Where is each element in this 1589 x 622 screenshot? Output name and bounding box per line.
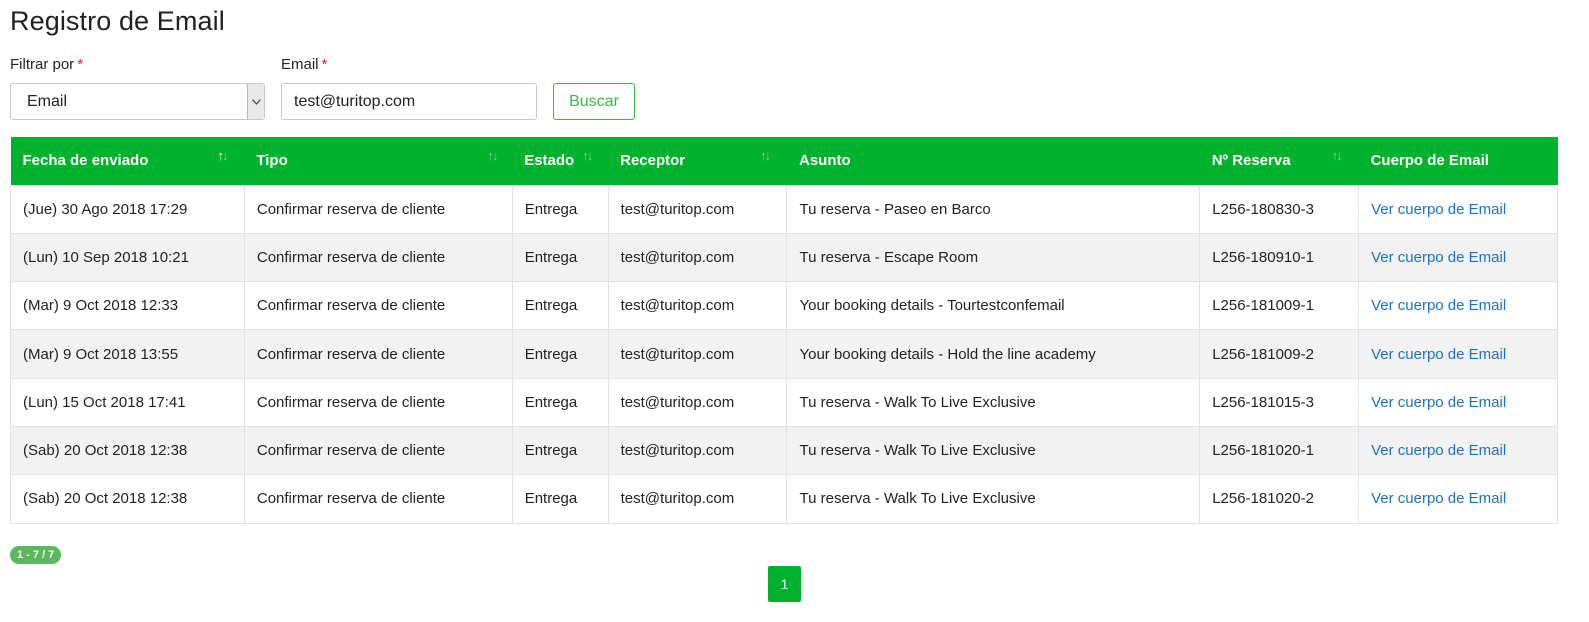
cell-receiver: test@turitop.com	[607, 474, 788, 524]
cell-receiver: test@turitop.com	[607, 232, 788, 283]
email-label: Email *	[281, 56, 327, 73]
table-row: (Sab) 20 Oct 2018 12:38 Confirmar reserv…	[10, 474, 1558, 524]
results-count-badge: 1 - 7 / 7	[10, 546, 62, 564]
cell-receiver: test@turitop.com	[607, 281, 788, 331]
cell-date: (Jue) 30 Ago 2018 17:29	[10, 184, 245, 234]
cell-date: (Lun) 15 Oct 2018 17:41	[10, 377, 245, 427]
view-email-body-link[interactable]: Ver cuerpo de Email	[1358, 281, 1558, 331]
cell-subject: Tu reserva - Walk To Live Exclusive	[786, 425, 1201, 476]
required-marker: *	[77, 56, 84, 73]
search-button[interactable]: Buscar	[553, 83, 635, 120]
cell-type: Confirmar reserva de cliente	[243, 329, 513, 379]
cell-subject: Tu reserva - Escape Room	[786, 232, 1201, 283]
cell-date: (Sab) 20 Oct 2018 12:38	[10, 425, 245, 476]
col-header-label: Nº Reserva	[1211, 152, 1291, 170]
col-header-type[interactable]: Tipo ↑↓	[244, 137, 513, 185]
email-input[interactable]	[281, 83, 537, 120]
cell-booking-number: L256-181009-1	[1199, 281, 1360, 331]
filter-by-label-text: Filtrar por	[10, 56, 75, 73]
cell-receiver: test@turitop.com	[607, 377, 788, 427]
cell-status: Entrega	[511, 377, 609, 427]
cell-type: Confirmar reserva de cliente	[243, 232, 513, 283]
col-header-subject: Asunto	[786, 137, 1200, 185]
cell-type: Confirmar reserva de cliente	[243, 425, 513, 476]
table-header-row: Fecha de enviado ↑↓ Tipo ↑↓ Estado ↑↓ Recep…	[10, 137, 1558, 185]
col-header-label: Tipo	[256, 152, 288, 170]
email-label-text: Email	[281, 56, 319, 73]
view-email-body-link[interactable]: Ver cuerpo de Email	[1358, 329, 1558, 379]
sort-arrows-icon[interactable]: ↑↓	[487, 148, 498, 163]
cell-date: (Lun) 10 Sep 2018 10:21	[10, 232, 245, 283]
cell-status: Entrega	[511, 425, 609, 476]
cell-subject: Your booking details - Hold the line aca…	[786, 329, 1201, 379]
col-header-status[interactable]: Estado ↑↓	[512, 137, 609, 185]
table-row: (Mar) 9 Oct 2018 12:33 Confirmar reserva…	[10, 281, 1558, 331]
col-header-booking-number[interactable]: Nº Reserva ↑↓	[1199, 137, 1359, 185]
table-row: (Jue) 30 Ago 2018 17:29 Confirmar reserv…	[10, 184, 1558, 234]
view-email-body-link[interactable]: Ver cuerpo de Email	[1358, 184, 1558, 234]
sort-arrows-icon[interactable]: ↑↓	[760, 148, 771, 163]
col-header-label: Estado	[524, 152, 575, 170]
col-header-label: Receptor	[620, 152, 686, 170]
view-email-body-link[interactable]: Ver cuerpo de Email	[1358, 377, 1558, 427]
cell-type: Confirmar reserva de cliente	[243, 474, 513, 524]
filter-by-select[interactable]: Email	[10, 83, 265, 120]
view-email-body-link[interactable]: Ver cuerpo de Email	[1358, 425, 1558, 476]
col-header-date[interactable]: Fecha de enviado ↑↓	[10, 137, 245, 185]
table-row: (Mar) 9 Oct 2018 13:55 Confirmar reserva…	[10, 329, 1558, 379]
cell-booking-number: L256-181015-3	[1199, 377, 1360, 427]
table-row: (Lun) 10 Sep 2018 10:21 Confirmar reserv…	[10, 232, 1558, 283]
cell-status: Entrega	[511, 329, 609, 379]
cell-subject: Tu reserva - Walk To Live Exclusive	[786, 377, 1201, 427]
pagination-page-button[interactable]: 1	[768, 566, 801, 602]
view-email-body-link[interactable]: Ver cuerpo de Email	[1358, 474, 1558, 524]
sort-arrows-icon[interactable]: ↑↓	[582, 148, 593, 163]
cell-receiver: test@turitop.com	[607, 184, 788, 234]
col-header-label: Asunto	[798, 152, 851, 170]
table-row: (Sab) 20 Oct 2018 12:38 Confirmar reserv…	[10, 425, 1558, 476]
filter-by-selected-value: Email	[27, 93, 68, 110]
required-marker: *	[321, 56, 328, 73]
cell-date: (Sab) 20 Oct 2018 12:38	[10, 474, 245, 524]
cell-status: Entrega	[511, 474, 609, 524]
cell-receiver: test@turitop.com	[607, 329, 788, 379]
col-header-label: Cuerpo de Email	[1370, 152, 1489, 170]
cell-subject: Tu reserva - Walk To Live Exclusive	[786, 474, 1201, 524]
cell-type: Confirmar reserva de cliente	[243, 281, 513, 331]
cell-status: Entrega	[511, 281, 609, 331]
view-email-body-link[interactable]: Ver cuerpo de Email	[1358, 232, 1558, 283]
cell-status: Entrega	[511, 184, 609, 234]
cell-subject: Your booking details - Tourtestconfemail	[786, 281, 1201, 331]
cell-date: (Mar) 9 Oct 2018 13:55	[10, 329, 245, 379]
cell-booking-number: L256-181020-1	[1199, 425, 1360, 476]
table-row: (Lun) 15 Oct 2018 17:41 Confirmar reserv…	[10, 377, 1558, 427]
cell-booking-number: L256-180910-1	[1199, 232, 1360, 283]
sort-arrows-icon[interactable]: ↑↓	[218, 148, 229, 163]
sort-arrows-icon[interactable]: ↑↓	[1332, 148, 1343, 163]
cell-subject: Tu reserva - Paseo en Barco	[786, 184, 1201, 234]
cell-booking-number: L256-180830-3	[1199, 184, 1360, 234]
cell-booking-number: L256-181020-2	[1199, 474, 1360, 524]
cell-status: Entrega	[511, 232, 609, 283]
cell-date: (Mar) 9 Oct 2018 12:33	[10, 281, 245, 331]
email-log-table: Fecha de enviado ↑↓ Tipo ↑↓ Estado ↑↓ Recep…	[10, 137, 1558, 524]
filter-by-label: Filtrar por *	[10, 56, 83, 73]
cell-type: Confirmar reserva de cliente	[243, 377, 513, 427]
chevron-down-icon[interactable]	[247, 84, 264, 119]
cell-receiver: test@turitop.com	[607, 425, 788, 476]
col-header-email-body: Cuerpo de Email	[1358, 137, 1558, 185]
col-header-label: Fecha de enviado	[22, 152, 149, 170]
cell-type: Confirmar reserva de cliente	[243, 184, 513, 234]
page-title: Registro de Email	[10, 6, 225, 36]
col-header-receiver[interactable]: Receptor ↑↓	[608, 137, 787, 185]
cell-booking-number: L256-181009-2	[1199, 329, 1360, 379]
